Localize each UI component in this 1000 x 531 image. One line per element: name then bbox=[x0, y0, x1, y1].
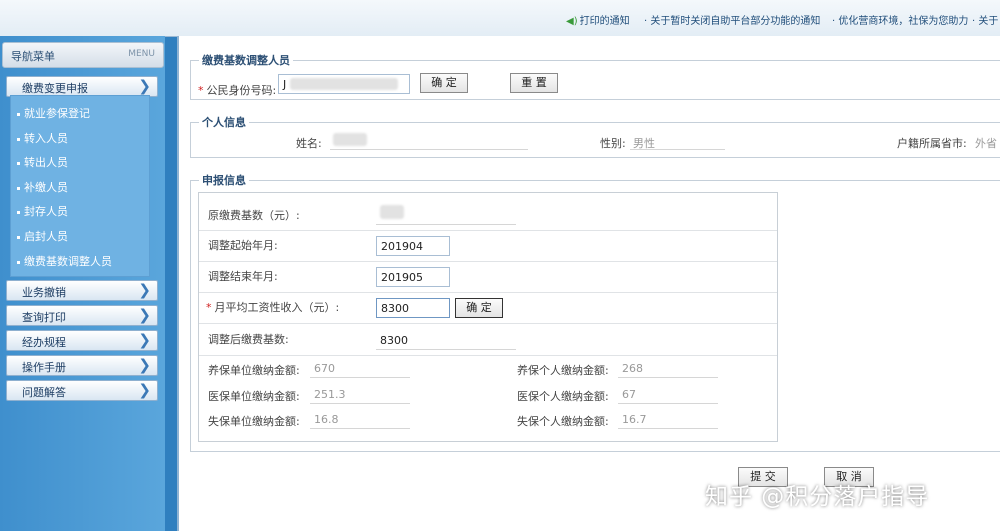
medical-unit-value: 251.3 bbox=[314, 388, 346, 401]
reset-button[interactable]: 重 置 bbox=[510, 73, 558, 93]
chevron-right-icon: ❯ bbox=[138, 356, 151, 374]
id-label: * 公民身份号码: bbox=[198, 84, 277, 97]
income-label: * 月平均工资性收入（元）: bbox=[206, 301, 340, 314]
pension-unit-label: 养保单位缴纳金额: bbox=[208, 364, 300, 377]
personal-legend: 个人信息 bbox=[202, 116, 246, 129]
end-month-input[interactable]: 201905 bbox=[376, 267, 450, 287]
menu-header: 导航菜单 MENU bbox=[2, 42, 164, 68]
menu-title: 导航菜单 bbox=[11, 50, 55, 63]
menu-category-faq[interactable]: 问题解答 ❯ bbox=[6, 380, 158, 401]
hukou-label: 户籍所属省市: bbox=[897, 137, 967, 150]
notice-link-print[interactable]: ◀) 打印的通知 bbox=[566, 12, 630, 27]
submenu-item-employment-register[interactable]: 就业参保登记 bbox=[17, 105, 90, 121]
submenu-item-transfer-out[interactable]: 转出人员 bbox=[17, 154, 68, 170]
bullet-icon bbox=[17, 186, 20, 190]
chevron-right-icon: ❯ bbox=[138, 281, 151, 299]
unemp-unit-label: 失保单位缴纳金额: bbox=[208, 415, 300, 428]
chevron-right-icon: ❯ bbox=[138, 381, 151, 399]
end-month-label: 调整结束年月: bbox=[208, 270, 278, 283]
submenu-item-back-payment[interactable]: 补缴人员 bbox=[17, 179, 68, 195]
id-confirm-button[interactable]: 确 定 bbox=[420, 73, 468, 93]
bullet-icon bbox=[17, 235, 20, 239]
notice-link-business-env[interactable]: · 优化营商环境，社保为您助力 bbox=[832, 12, 968, 27]
notice-link-close-functions[interactable]: · 关于暂时关闭自助平台部分功能的通知 bbox=[644, 12, 820, 27]
bullet-icon bbox=[17, 112, 20, 116]
start-month-label: 调整起始年月: bbox=[208, 239, 278, 252]
submenu-list: 就业参保登记 转入人员 转出人员 补缴人员 封存人员 启封人员 缴费基数调整人员 bbox=[10, 95, 150, 277]
new-base-value: 8300 bbox=[380, 334, 408, 347]
new-base-label: 调整后缴费基数: bbox=[208, 333, 289, 346]
unemp-unit-value: 16.8 bbox=[314, 413, 339, 426]
submenu-item-transfer-in[interactable]: 转入人员 bbox=[17, 130, 68, 146]
redacted-id bbox=[290, 78, 398, 90]
speaker-icon: ◀) bbox=[566, 16, 578, 27]
chevron-right-icon: ❯ bbox=[138, 331, 151, 349]
declare-legend: 申报信息 bbox=[202, 174, 246, 187]
redacted-name bbox=[333, 133, 367, 146]
menu-category-change-declare[interactable]: 缴费变更申报 ❯ bbox=[6, 76, 158, 97]
start-month-input[interactable]: 201904 bbox=[376, 236, 450, 256]
unemp-person-value: 16.7 bbox=[622, 413, 647, 426]
pension-person-label: 养保个人缴纳金额: bbox=[517, 364, 609, 377]
chevron-right-icon: ❯ bbox=[138, 306, 151, 324]
chevron-right-icon: ❯ bbox=[138, 77, 151, 95]
gender-label: 性别: bbox=[600, 137, 626, 150]
menu-title-en: MENU bbox=[128, 49, 155, 59]
medical-person-value: 67 bbox=[622, 388, 636, 401]
medical-unit-label: 医保单位缴纳金额: bbox=[208, 390, 300, 403]
submenu-item-base-adjust[interactable]: 缴费基数调整人员 bbox=[17, 253, 112, 269]
watermark: 知乎 @积分落户指导 bbox=[705, 484, 930, 510]
unemp-person-label: 失保个人缴纳金额: bbox=[517, 415, 609, 428]
redacted-orig-base bbox=[380, 205, 404, 219]
bullet-icon bbox=[17, 260, 20, 264]
pension-person-value: 268 bbox=[622, 362, 643, 375]
medical-person-label: 医保个人缴纳金额: bbox=[517, 390, 609, 403]
name-label: 姓名: bbox=[296, 137, 322, 150]
pension-unit-value: 670 bbox=[314, 362, 335, 375]
menu-category-manual[interactable]: 操作手册 ❯ bbox=[6, 355, 158, 376]
bullet-icon bbox=[17, 210, 20, 214]
notice-link-more[interactable]: · 关于 bbox=[972, 12, 998, 27]
menu-category-query-print[interactable]: 查询打印 ❯ bbox=[6, 305, 158, 326]
submenu-item-unsealed[interactable]: 启封人员 bbox=[17, 228, 68, 244]
hukou-value: 外省 bbox=[975, 137, 997, 150]
bullet-icon bbox=[17, 137, 20, 141]
bullet-icon bbox=[17, 161, 20, 165]
orig-base-label: 原缴费基数（元）: bbox=[208, 209, 300, 222]
lookup-legend: 缴费基数调整人员 bbox=[202, 54, 290, 67]
menu-category-procedures[interactable]: 经办规程 ❯ bbox=[6, 330, 158, 351]
submenu-item-sealed[interactable]: 封存人员 bbox=[17, 203, 68, 219]
income-input[interactable]: 8300 bbox=[376, 298, 450, 318]
top-notice-bar: ◀) 打印的通知 · 关于暂时关闭自助平台部分功能的通知 · 优化营商环境，社保为… bbox=[0, 0, 1000, 37]
income-confirm-button[interactable]: 确 定 bbox=[455, 298, 503, 318]
menu-category-revoke[interactable]: 业务撤销 ❯ bbox=[6, 280, 158, 301]
